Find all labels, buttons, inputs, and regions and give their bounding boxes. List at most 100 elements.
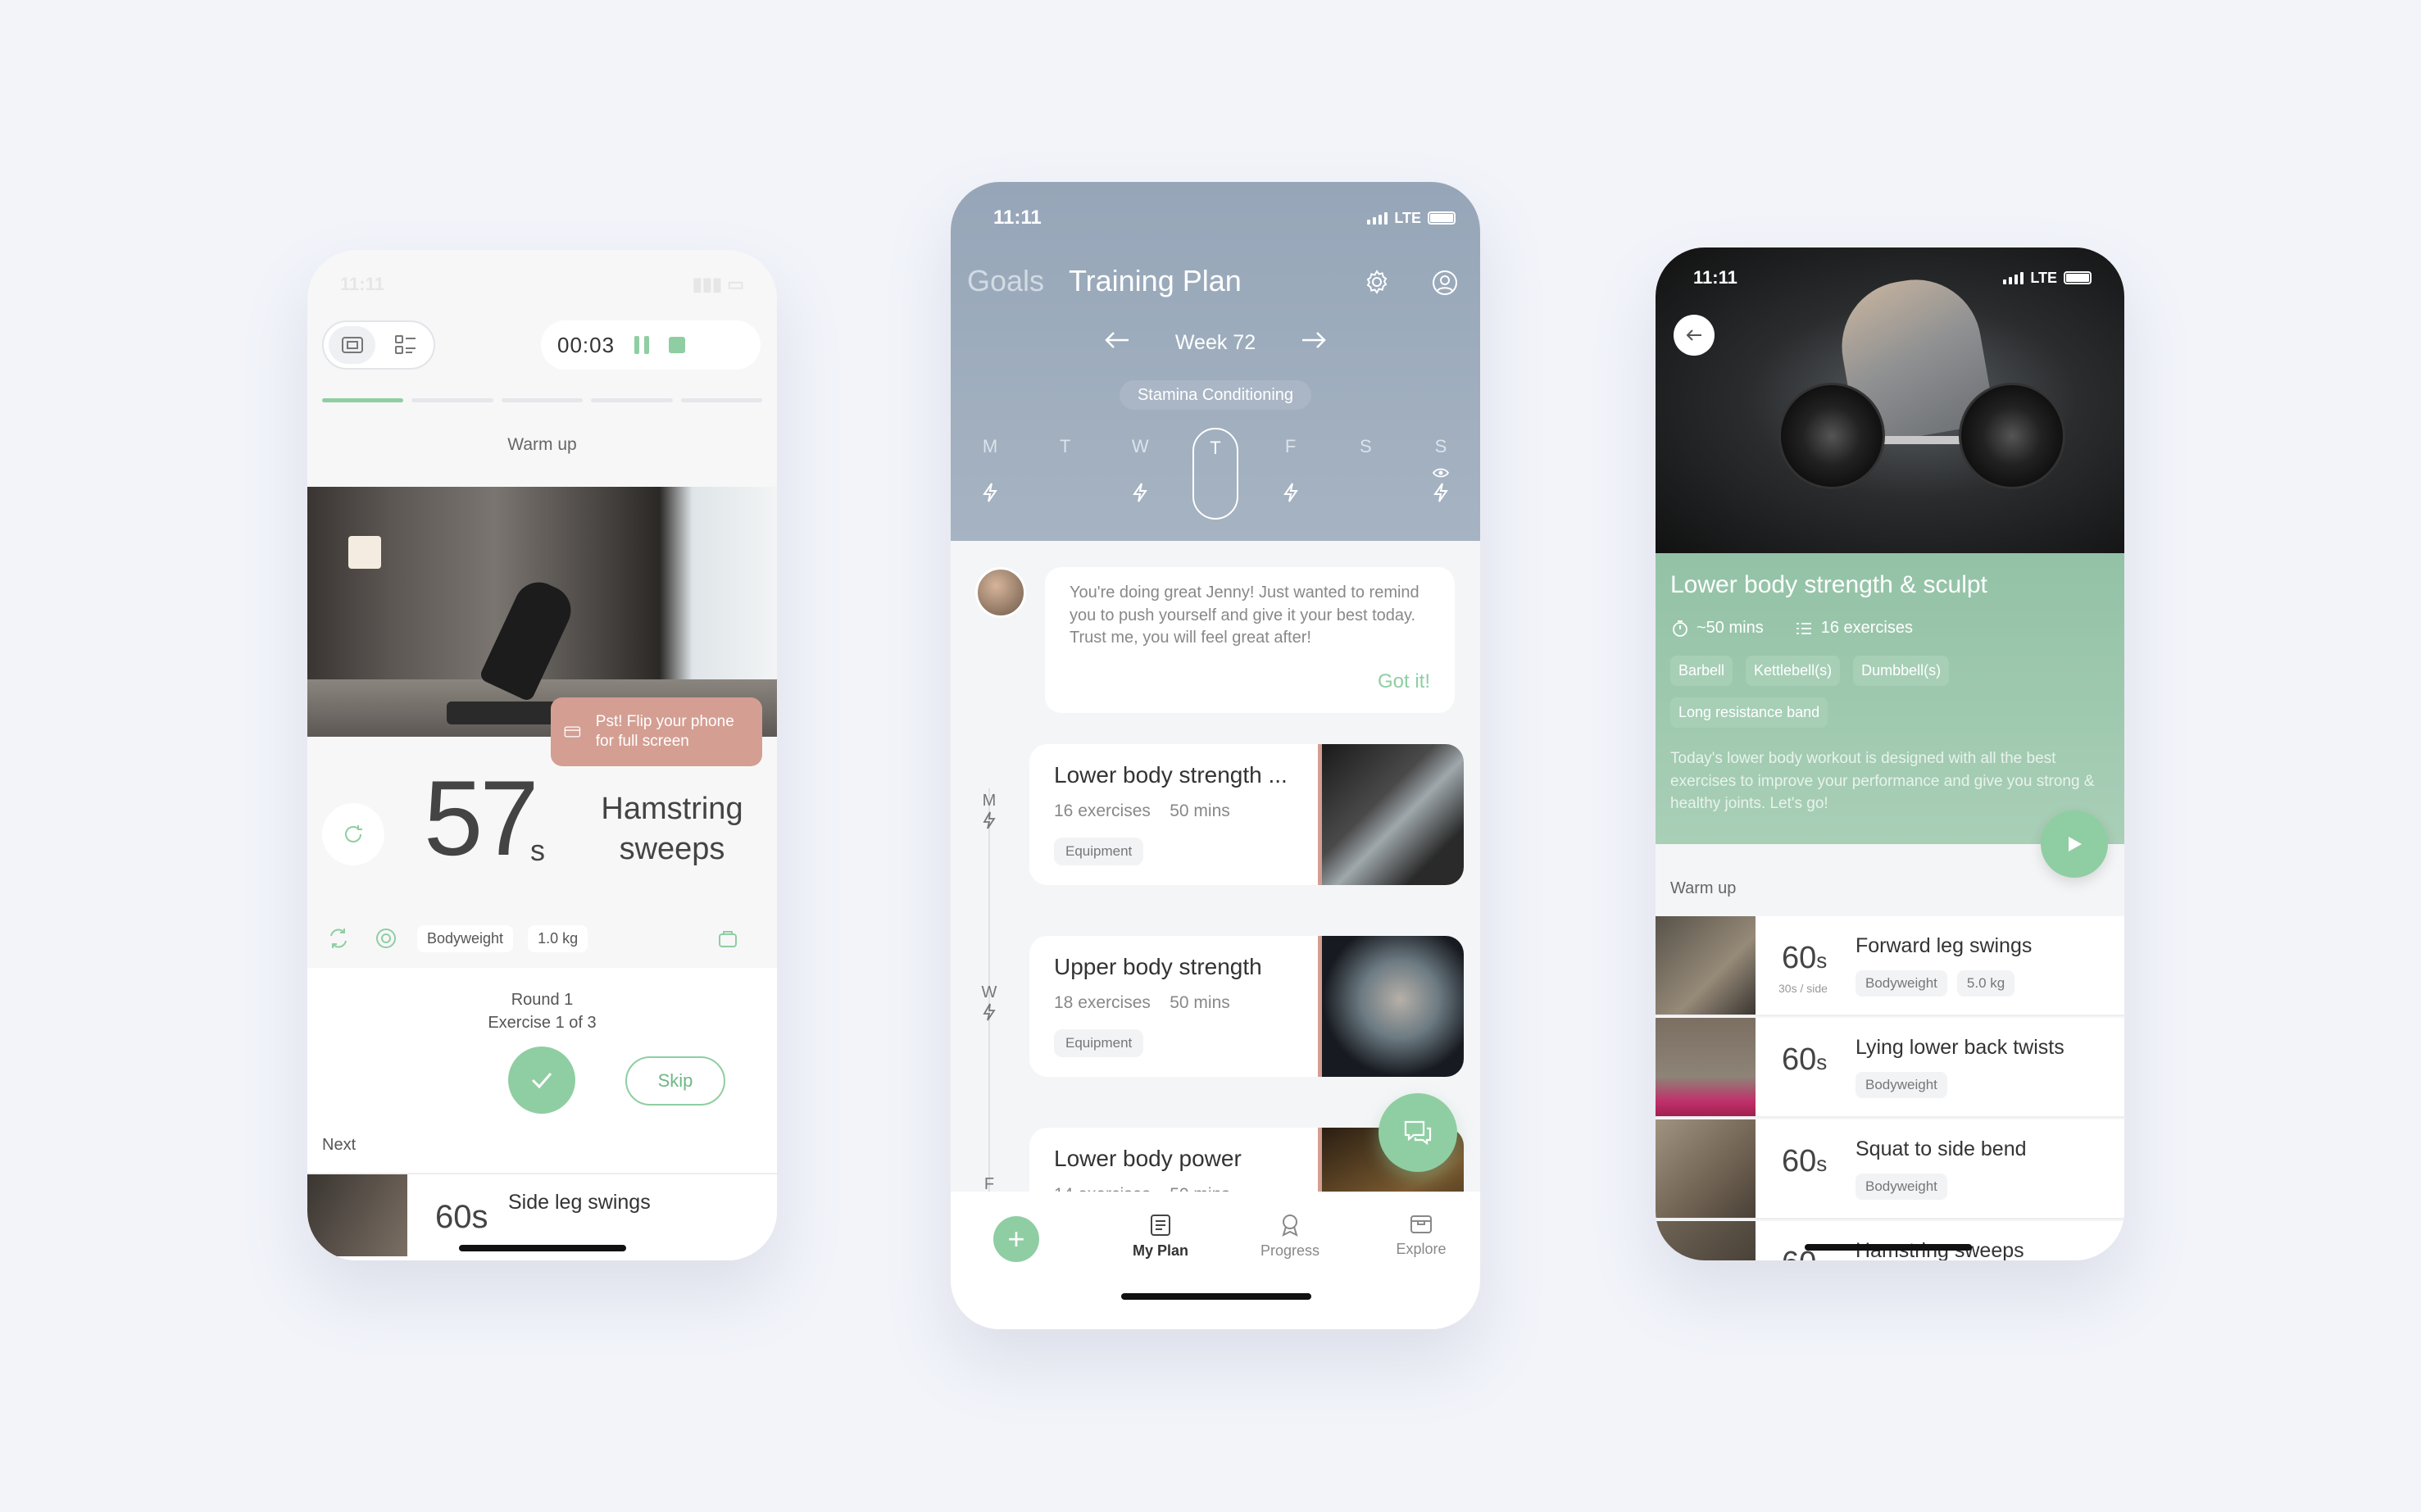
timeline-day-wednesday: W [980,983,998,1027]
exercise-tag: 5.0 kg [1956,970,2015,997]
plus-icon: + [1007,1222,1025,1255]
exercise-row[interactable]: 60s Squat to side bend Bodyweight [1656,1119,2124,1219]
got-it-button[interactable]: Got it! [1378,668,1430,695]
exercise-row[interactable]: 60sHamstring sweeps [1656,1221,2124,1260]
status-icons: LTE [2003,270,2092,287]
equipment-tag: Dumbbell(s) [1853,656,1950,686]
status-icons: ▮▮▮ ▭ [692,274,744,294]
chat-button[interactable] [1379,1093,1457,1172]
home-indicator [1121,1293,1311,1300]
timer-pill: 00:03 [541,320,761,370]
exercise-row[interactable]: 60s Lying lower back twists Bodyweight [1656,1018,2124,1118]
add-workout-button[interactable]: + [993,1216,1039,1262]
equipment-tag: Kettlebell(s) [1746,656,1841,686]
prev-week-button[interactable] [1104,331,1130,355]
workout-card[interactable]: Lower body strength ... 16 exercises 50 … [1029,744,1464,885]
arrow-left-icon [1105,332,1129,348]
tab-my-plan[interactable]: My Plan [1111,1213,1210,1260]
start-workout-button[interactable] [2041,810,2108,878]
coach-avatar [975,567,1026,618]
equipment-tag: Barbell [1670,656,1733,686]
day-5[interactable]: S [1342,428,1388,520]
kettlebell-icon [719,931,737,947]
play-icon [2069,837,2082,851]
exercise-controls: Round 1 Exercise 1 of 3 Skip Next 60s Si… [307,968,777,1260]
day-1[interactable]: T [1042,428,1088,520]
tab-explore[interactable]: Explore [1372,1213,1470,1258]
tab-training-plan[interactable]: Training Plan [1069,264,1242,298]
workout-player-screen: 11:11 ▮▮▮ ▭ 00:03 Warm up Pst! Flip your… [307,250,777,1260]
gear-icon [1366,270,1388,294]
next-exercise-name: Side leg swings [508,1191,651,1214]
plan-name-badge[interactable]: Stamina Conditioning [1120,380,1311,410]
day-selector: MTWTFSS [967,428,1464,520]
workout-info-panel: Lower body strength & sculpt ~50 mins 16… [1656,553,2124,844]
flip-phone-tip[interactable]: Pst! Flip your phone for full screen [551,697,762,766]
tab-progress[interactable]: Progress [1241,1213,1339,1260]
arrow-left-icon [1686,329,1701,341]
exercise-count: Exercise 1 of 3 [488,1014,597,1032]
day-6[interactable]: S [1418,428,1464,520]
workout-card[interactable]: Upper body strength 18 exercises 50 mins… [1029,936,1464,1077]
stopwatch-icon [1673,620,1687,637]
help-button[interactable] [370,922,402,955]
day-2[interactable]: W [1117,428,1163,520]
network-type: LTE [2030,269,2057,286]
home-indicator [459,1245,626,1251]
exercise-thumbnail [1656,916,1756,1015]
swap-button[interactable] [322,922,355,955]
exercise-seconds: 60s [1782,1144,1828,1178]
week-switcher: Week 72 [1104,331,1327,355]
skip-button[interactable]: Skip [625,1056,725,1106]
exercise-tag: Bodyweight [1855,970,1947,997]
status-time: 11:11 [1693,267,1737,288]
tab-goals[interactable]: Goals [967,264,1044,298]
elapsed-time: 00:03 [557,332,615,357]
equipment-tag: Equipment [1054,838,1144,865]
tip-text: Pst! Flip your phone for full screen [595,713,734,750]
battery-icon [2064,271,2092,284]
complete-button[interactable] [508,1047,575,1114]
restart-button[interactable] [322,803,384,865]
workout-detail-screen: 11:11 LTE Lower body strength & sculpt ~… [1656,247,2124,1260]
stop-button[interactable] [669,337,686,353]
settings-button[interactable] [1364,269,1390,299]
section-label: Warm up [1670,879,1737,897]
weight-button[interactable] [711,922,744,955]
day-3[interactable]: T [1192,428,1238,520]
exercise-row[interactable]: 60s 30s / side Forward leg swings Bodyweigh… [1656,916,2124,1016]
workout-title: Lower body power [1054,1146,1242,1171]
eye-icon [1432,462,1450,484]
lightning-icon [1131,482,1149,508]
equipment-tag: Long resistance band [1670,697,1828,728]
refresh-icon [345,825,362,842]
back-button[interactable] [1674,315,1715,356]
swap-icon [330,929,347,948]
status-time: 11:11 [340,274,384,294]
network-type: LTE [1394,209,1421,226]
day-0[interactable]: M [967,428,1013,520]
pause-button[interactable] [634,336,650,354]
exercise-name: Lying lower back twists [1855,1036,2064,1059]
profile-button[interactable] [1431,269,1459,301]
day-label: T [1210,438,1221,458]
exercise-count: 16 exercises [1795,619,1913,638]
day-4[interactable]: F [1268,428,1314,520]
round-info: Round 1 Exercise 1 of 3 [307,988,777,1034]
next-week-button[interactable] [1301,331,1327,355]
lightning-icon [983,1003,996,1021]
workout-title: Lower body strength ... [1054,762,1288,788]
workout-hero-image [1656,247,2124,553]
signal-icon [2003,271,2024,284]
fullscreen-icon [341,337,363,353]
weight-chip: 1.0 kg [528,924,588,952]
status-icons: LTE [1367,210,1456,227]
user-icon [1433,270,1457,295]
exercise-name: Hamstring sweeps [601,792,743,867]
status-bar: 11:11 ▮▮▮ ▭ [340,268,744,301]
progress-segment [591,398,673,402]
workout-description: Today's lower body workout is designed w… [1670,750,2095,813]
list-view-button[interactable] [382,326,429,364]
lightning-icon [1282,482,1300,508]
video-view-button[interactable] [329,326,375,364]
